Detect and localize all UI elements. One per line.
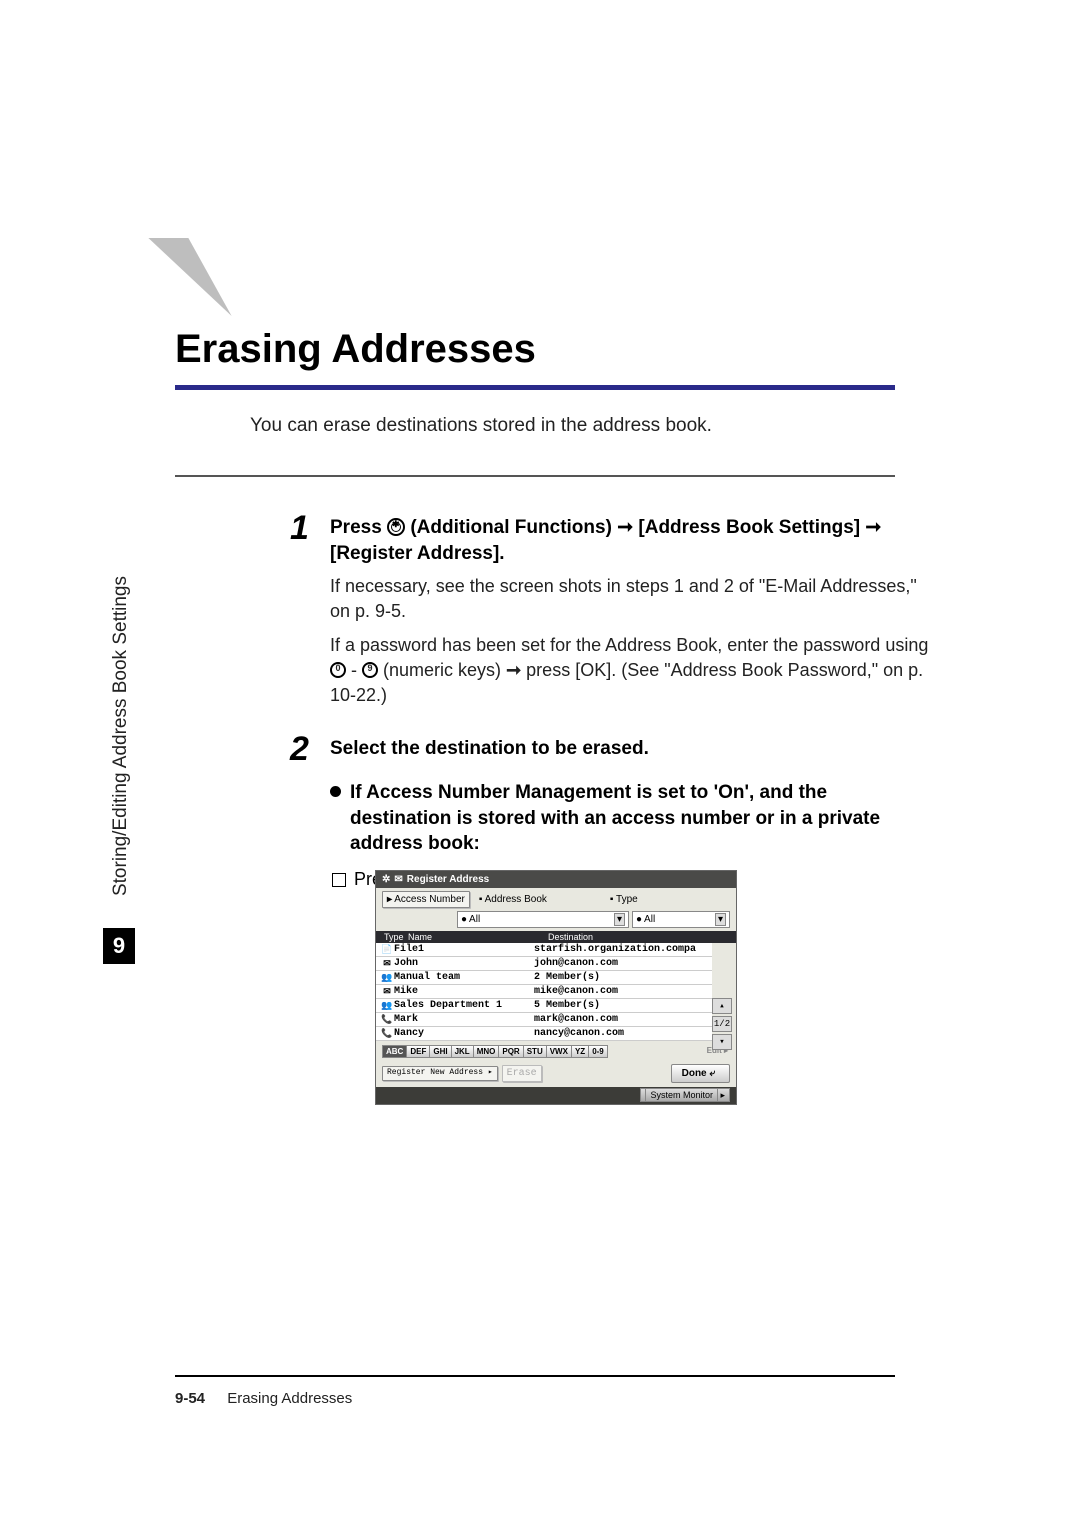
chevron-down-icon: ▾ — [614, 913, 625, 926]
step-1-paragraph-2: If a password has been set for the Addre… — [330, 633, 930, 709]
scroll-up-button[interactable]: ▴ — [712, 998, 732, 1014]
step-2-heading: Select the destination to be erased. — [330, 736, 930, 762]
step-1-number: 1 — [290, 509, 309, 548]
address-row[interactable]: 📞Markmark@canon.com — [376, 1013, 712, 1027]
step-2-number: 2 — [290, 730, 309, 769]
step-1: 1 Press (Additional Functions) ➞ [Addres… — [290, 515, 930, 708]
numeric-key-9-icon — [362, 662, 378, 678]
alpha-JKL[interactable]: JKL — [451, 1045, 474, 1058]
erase-button[interactable]: Erase — [502, 1065, 542, 1082]
address-list[interactable]: 📄File1starfish.organization.compa✉Johnjo… — [376, 943, 712, 1041]
send-icon: ✉ — [394, 874, 402, 885]
type-dropdown[interactable]: ● All ▾ — [632, 911, 730, 928]
footer-rule — [175, 1375, 895, 1377]
alpha-DEF[interactable]: DEF — [406, 1045, 430, 1058]
address-book-dropdown[interactable]: ● All ▾ — [457, 911, 629, 928]
address-row[interactable]: ✉Mikemike@canon.com — [376, 985, 712, 999]
type-header: Type — [384, 932, 404, 942]
scroll-down-button[interactable]: ▾ — [712, 1034, 732, 1050]
address-row[interactable]: 👥Manual team2 Member(s) — [376, 971, 712, 985]
arrow-icon: ➞ — [865, 517, 881, 538]
arrow-icon: ➞ — [506, 660, 521, 680]
address-row[interactable]: 📞Nancynancy@canon.com — [376, 1027, 712, 1041]
heading-underline — [175, 385, 895, 390]
step-2: 2 Select the destination to be erased. I… — [290, 736, 930, 890]
page-title: Erasing Addresses — [175, 327, 536, 372]
step-2-bullet: If Access Number Management is set to 'O… — [330, 780, 930, 857]
intro-text: You can erase destinations stored in the… — [250, 415, 712, 437]
step-1-p2a: If a password has been set for the Addre… — [330, 635, 928, 655]
page-indicator: 1/2 — [712, 1016, 732, 1032]
step-1-head-seg3: [Register Address]. — [330, 543, 505, 564]
alpha-ABC[interactable]: ABC — [382, 1045, 407, 1058]
step-1-heading: Press (Additional Functions) ➞ [Address … — [330, 515, 930, 566]
page-number: 9-54 — [175, 1390, 205, 1407]
chapter-number-badge: 9 — [103, 928, 135, 964]
af-star-icon: ✲ — [382, 874, 390, 885]
address-row[interactable]: 👥Sales Department 15 Member(s) — [376, 999, 712, 1013]
additional-functions-icon — [387, 518, 405, 536]
system-monitor-button[interactable]: System Monitor ▸ — [640, 1088, 730, 1102]
alpha-filter-row: ABCDEFGHIJKLMNOPQRSTUVWXYZ0-9Edit ▸ — [376, 1041, 736, 1060]
step-1-p2b: (numeric keys) — [383, 660, 506, 680]
access-number-button[interactable]: ▸ Access Number — [382, 891, 470, 908]
alpha-MNO[interactable]: MNO — [473, 1045, 500, 1058]
name-header: Name — [408, 932, 548, 942]
chapter-side-label: Storing/Editing Address Book Settings — [110, 576, 132, 896]
mock-title: Register Address — [407, 874, 489, 885]
heading-arrow-graphic — [148, 238, 231, 316]
footer-title: Erasing Addresses — [227, 1390, 352, 1407]
address-row[interactable]: ✉Johnjohn@canon.com — [376, 957, 712, 971]
step-1-head-mid: (Additional Functions) — [410, 517, 617, 538]
alpha-STU[interactable]: STU — [523, 1045, 547, 1058]
alpha-YZ[interactable]: YZ — [571, 1045, 589, 1058]
alpha-PQR[interactable]: PQR — [498, 1045, 523, 1058]
register-new-address-button[interactable]: Register New Address ▸ — [382, 1066, 498, 1081]
register-address-screenshot: ✲ ✉ Register Address ▸ Access Number ▪ A… — [375, 870, 737, 1105]
steps-top-rule — [175, 475, 895, 477]
mock-titlebar: ✲ ✉ Register Address — [376, 871, 736, 888]
address-book-label: Address Book — [485, 894, 547, 905]
step-1-p2-dash: - — [351, 660, 362, 680]
alpha-VWX[interactable]: VWX — [546, 1045, 572, 1058]
type-label: Type — [616, 894, 638, 905]
alpha-GHI[interactable]: GHI — [429, 1045, 451, 1058]
arrow-icon: ➞ — [617, 517, 633, 538]
chevron-down-icon: ▾ — [715, 913, 726, 926]
step-1-paragraph-1: If necessary, see the screen shots in st… — [330, 574, 930, 624]
numeric-key-0-icon — [330, 662, 346, 678]
destination-header: Destination — [548, 932, 593, 942]
step-1-head-seg2: [Address Book Settings] — [638, 517, 865, 538]
step-1-head-prefix: Press — [330, 517, 387, 538]
page-footer: 9-54 Erasing Addresses — [175, 1390, 352, 1407]
address-row[interactable]: 📄File1starfish.organization.compa — [376, 943, 712, 957]
done-button[interactable]: Done ⤶ — [671, 1064, 730, 1083]
alpha-0-9[interactable]: 0-9 — [588, 1045, 608, 1058]
